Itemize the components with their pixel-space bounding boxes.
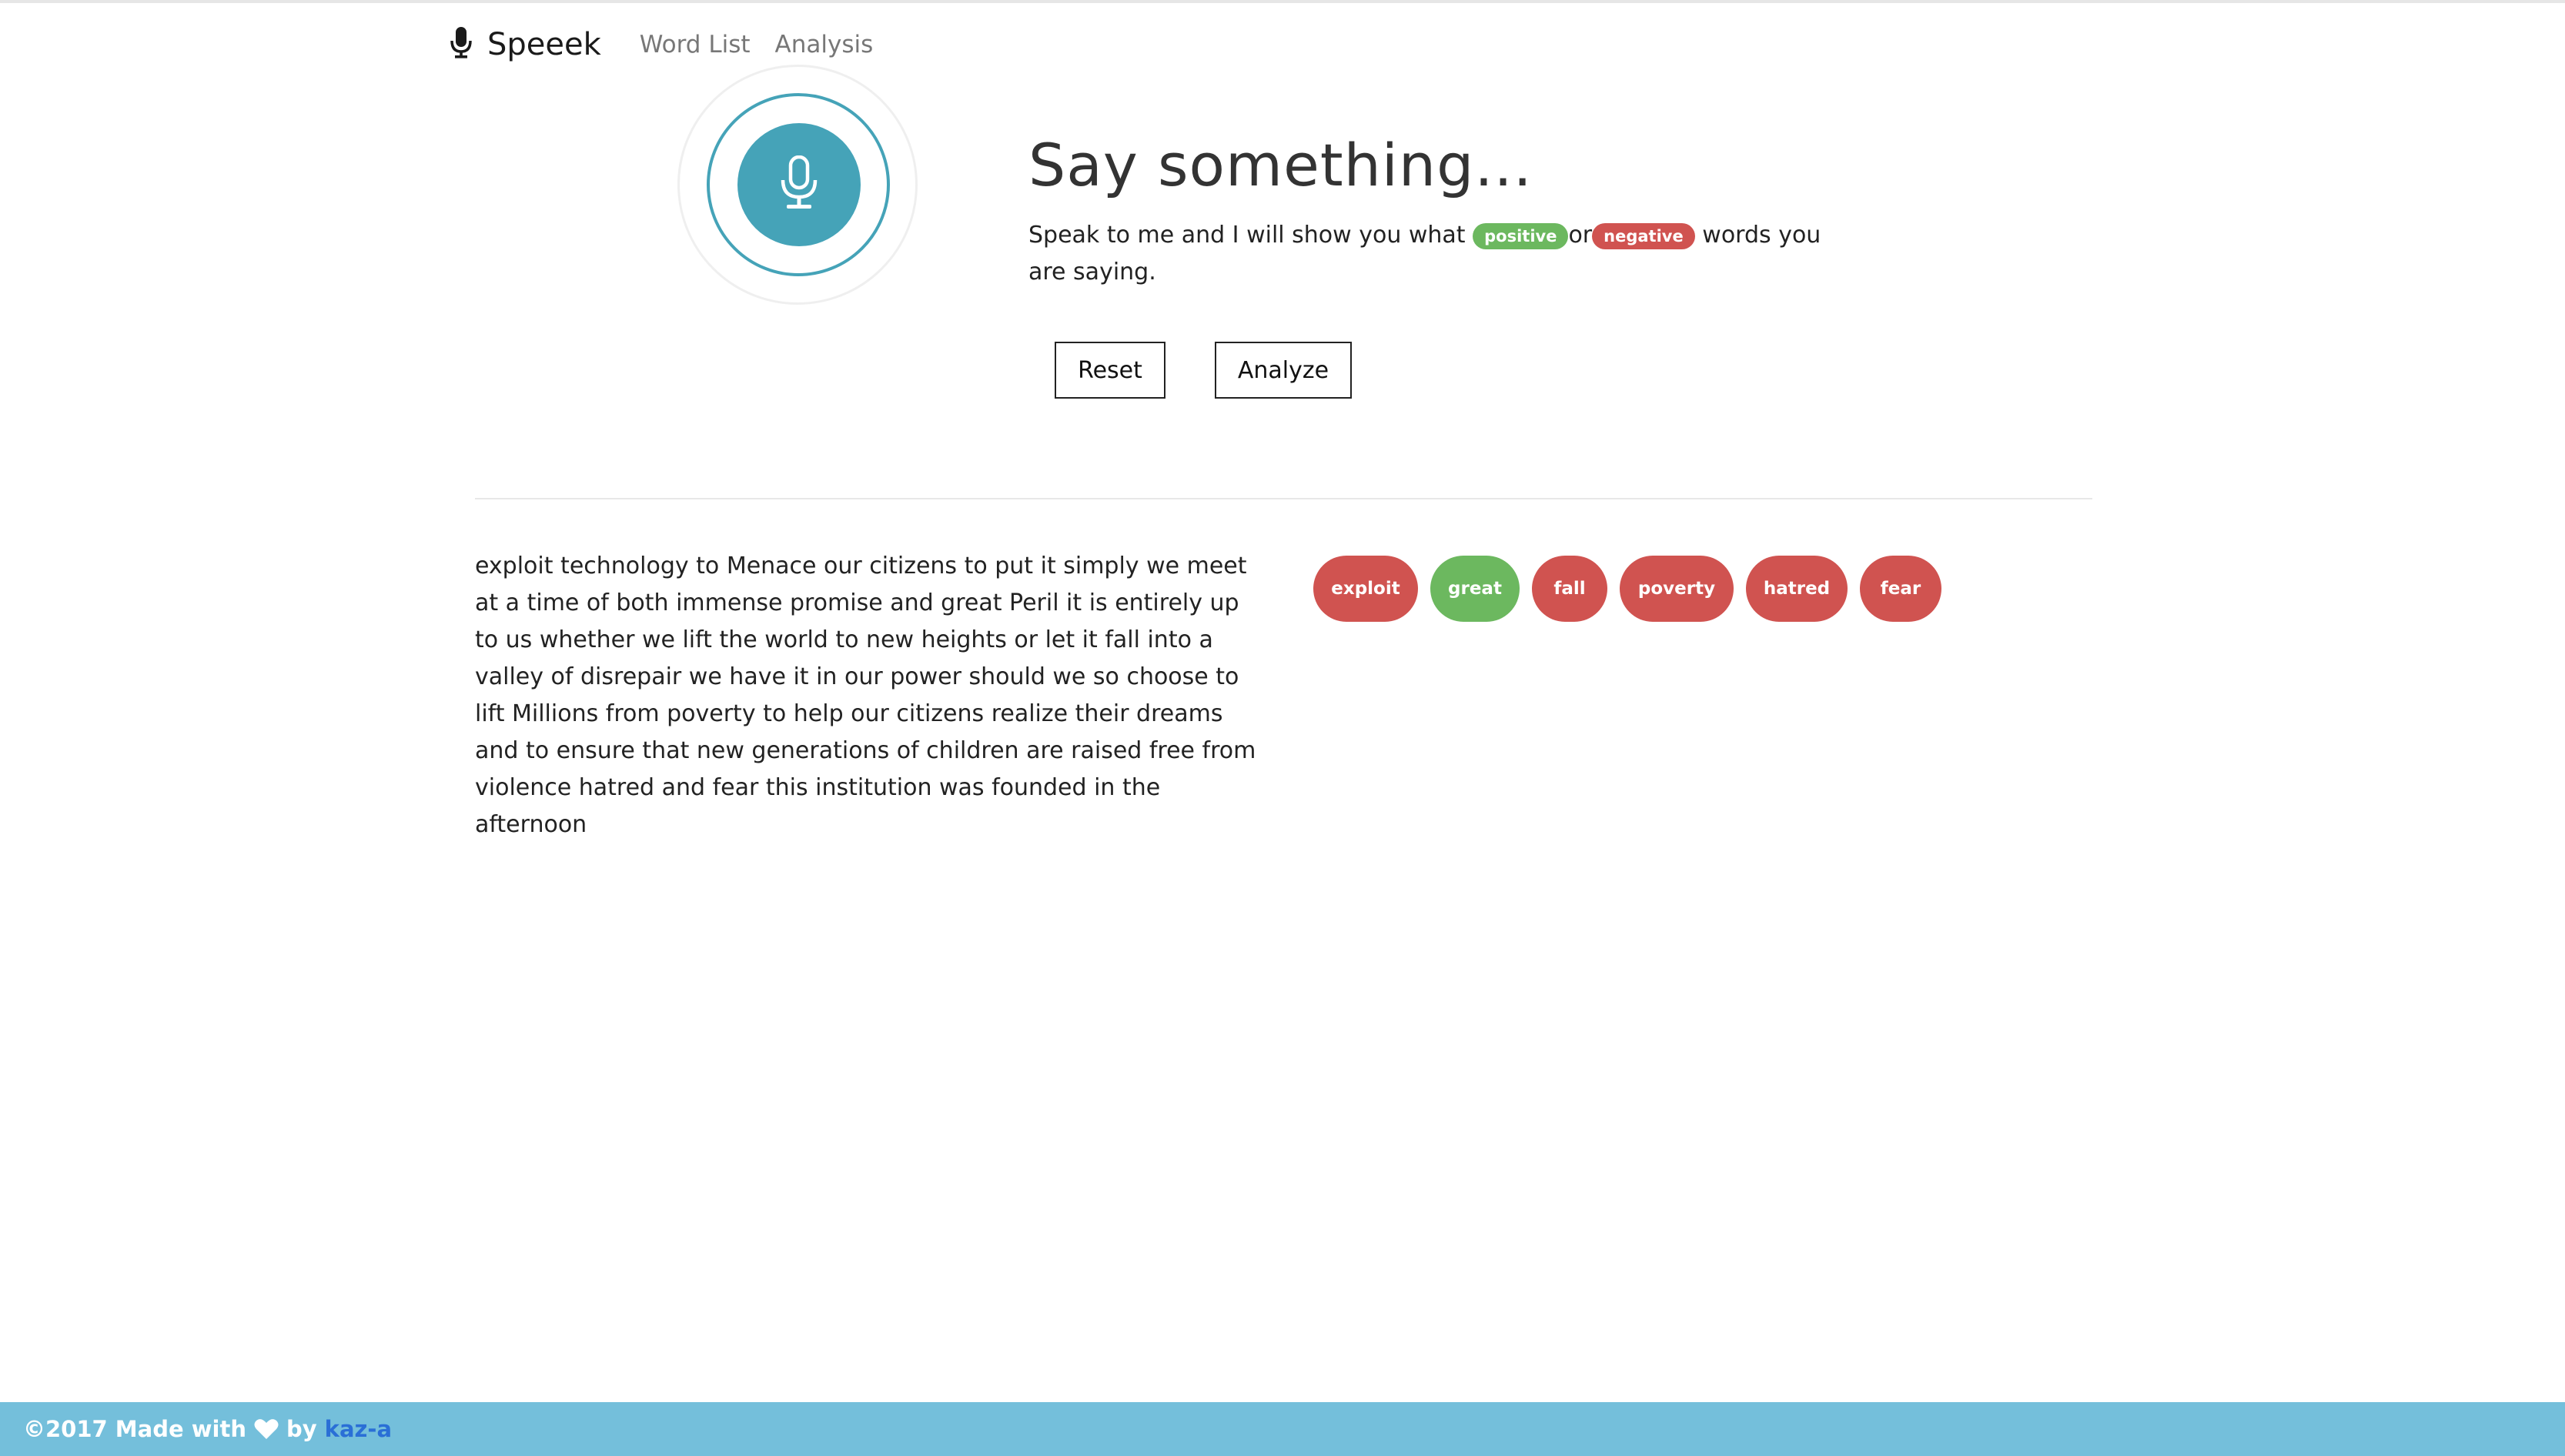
brand-link[interactable]: Speeek [450, 27, 601, 62]
mic-button[interactable] [737, 123, 861, 246]
reset-button[interactable]: Reset [1055, 342, 1165, 399]
word-chip[interactable]: fall [1532, 556, 1607, 622]
footer-copyright: ©2017 Made with [23, 1416, 246, 1442]
footer-by: by [286, 1416, 317, 1442]
word-chip[interactable]: poverty [1620, 556, 1734, 622]
nav-link-analysis[interactable]: Analysis [775, 31, 874, 58]
heart-icon [254, 1418, 279, 1440]
word-chips: exploit great fall poverty hatred fear [1313, 556, 1941, 622]
page: Speeek Word List Analysis Say something.… [0, 0, 2565, 1456]
intro-text: Speak to me and I will show you what pos… [1028, 217, 1844, 291]
word-chip[interactable]: fear [1860, 556, 1941, 622]
microphone-icon [779, 155, 819, 214]
page-heading: Say something... [1028, 131, 1533, 199]
brand-label: Speeek [487, 27, 601, 62]
divider [475, 498, 2092, 499]
nav-link-word-list[interactable]: Word List [640, 31, 751, 58]
intro-text-or: or [1568, 222, 1593, 249]
author-link[interactable]: kaz-a [325, 1416, 392, 1442]
analyze-button[interactable]: Analyze [1215, 342, 1352, 399]
word-chip[interactable]: hatred [1746, 556, 1848, 622]
negative-badge: negative [1592, 222, 1695, 249]
navbar: Speeek Word List Analysis [450, 23, 873, 66]
word-chip[interactable]: exploit [1313, 556, 1418, 622]
intro-text-before: Speak to me and I will show you what [1028, 222, 1466, 249]
footer: ©2017 Made with by kaz-a [0, 1402, 2565, 1456]
microphone-icon [450, 27, 487, 62]
positive-badge: positive [1473, 222, 1569, 249]
transcript-text: exploit technology to Menace our citizen… [475, 553, 1256, 838]
top-rule [0, 0, 2565, 3]
word-chip[interactable]: great [1430, 556, 1520, 622]
